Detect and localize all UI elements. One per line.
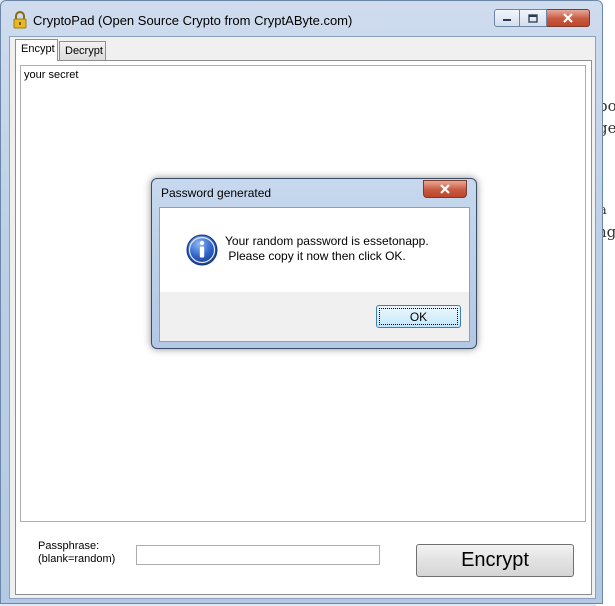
- password-generated-dialog: Password generated Your random password …: [151, 178, 477, 349]
- maximize-icon: [528, 13, 538, 23]
- tab-encrypt[interactable]: Encypt: [15, 39, 58, 61]
- dialog-message: Your random password is essetonapp. Plea…: [225, 234, 429, 263]
- info-icon: [186, 234, 218, 266]
- dialog-close-button[interactable]: [423, 180, 467, 198]
- encrypt-button[interactable]: Encrypt: [416, 544, 574, 577]
- close-button[interactable]: [547, 9, 590, 27]
- close-icon: [440, 184, 450, 194]
- window-title: CryptoPad (Open Source Crypto from Crypt…: [33, 13, 353, 28]
- passphrase-label-line1: Passphrase:: [38, 540, 100, 552]
- passphrase-input[interactable]: [136, 545, 380, 565]
- passphrase-label: Passphrase: (blank=random): [38, 540, 115, 566]
- dialog-title: Password generated: [161, 186, 272, 200]
- tab-decrypt[interactable]: Decrypt: [59, 41, 106, 60]
- minimize-icon: [503, 19, 511, 21]
- dialog-footer: OK: [160, 292, 469, 341]
- close-icon: [563, 13, 573, 23]
- passphrase-label-line2: (blank=random): [38, 553, 116, 565]
- minimize-button[interactable]: [494, 9, 520, 27]
- lock-icon: [13, 11, 27, 29]
- dialog-body: Your random password is essetonapp. Plea…: [159, 207, 470, 342]
- ok-button[interactable]: OK: [376, 305, 461, 328]
- maximize-button[interactable]: [520, 9, 547, 27]
